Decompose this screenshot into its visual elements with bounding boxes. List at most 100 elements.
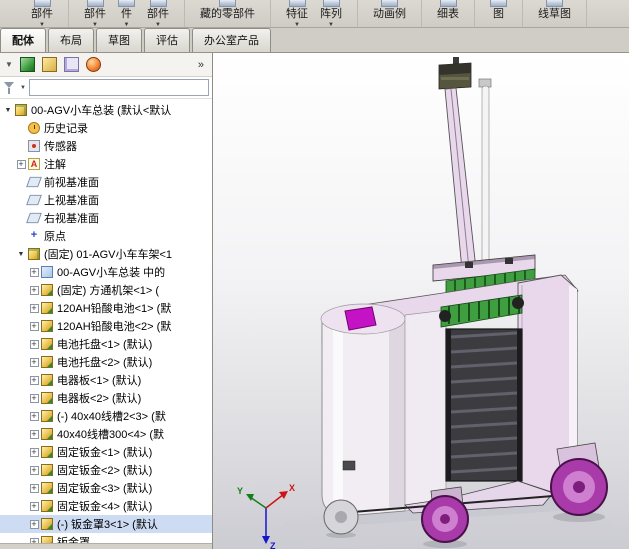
expander-icon[interactable] [28,358,40,367]
tree-item[interactable]: 40x40线槽300<4> (默 [0,425,212,443]
tree-item-label: 上视基准面 [44,192,99,208]
ribbon-button[interactable]: 特征▼ [280,0,314,28]
tree-item-label: (-) 钣金罩3<1> (默认 [57,516,158,532]
ribbon-button-icon [440,0,457,7]
ribbon-group: 细表 [422,0,475,27]
part-icon [41,518,53,530]
tree-item[interactable]: 原点 [0,227,212,245]
ribbon-button-label: 细表 [437,8,459,21]
tree-item[interactable]: 右视基准面 [0,209,212,227]
ribbon-button-label: 线草图 [538,8,571,21]
tree-item[interactable]: (固定) 方通机架<1> ( [0,281,212,299]
tree-item[interactable]: 120AH铅酸电池<2> (默 [0,317,212,335]
ribbon-button[interactable]: 图 [484,0,513,21]
expander-icon[interactable] [28,376,40,385]
tree-item-label: 固定钣金<3> (默认) [57,480,152,496]
tree-item[interactable]: 固定钣金<2> (默认) [0,461,212,479]
expander-icon[interactable] [2,107,14,114]
expander-icon[interactable] [28,286,40,295]
tree-item[interactable]: 历史记录 [0,119,212,137]
tree-item[interactable]: 电池托盘<1> (默认) [0,335,212,353]
ribbon-button[interactable]: 动画例 [367,0,412,21]
ribbon-button-icon [546,0,563,7]
expander-icon[interactable] [28,304,40,313]
tree-item[interactable]: (-) 40x40线槽2<3> (默 [0,407,212,425]
part-icon [41,536,53,543]
expander-icon[interactable] [15,160,27,169]
expander-icon[interactable] [28,394,40,403]
center-front-panel[interactable] [405,310,446,511]
expander-icon[interactable] [28,448,40,457]
tree-item-label: (固定) 01-AGV小车车架<1 [44,246,172,262]
filter-input[interactable] [29,79,209,96]
expander-icon[interactable] [28,322,40,331]
panel-overflow-button[interactable]: » [195,59,207,71]
manager-tab-bar: ▼ » [0,53,212,77]
tree-item[interactable]: 00-AGV小车总装 (默认<默认 [0,101,212,119]
tree-item[interactable]: 上视基准面 [0,191,212,209]
filter-dropdown-arrow-icon[interactable]: ▼ [20,85,26,91]
tree-item[interactable]: 电器板<1> (默认) [0,371,212,389]
ribbon-button-icon [118,0,135,7]
ribbon-button[interactable]: 部件▼ [78,0,112,28]
ribbon-button[interactable]: 线草图 [532,0,577,21]
front-cylinder-tower[interactable] [321,304,405,516]
ribbon-button[interactable]: 藏的零部件 [194,0,261,21]
tree-item[interactable]: 电池托盘<2> (默认) [0,353,212,371]
configurationmanager-icon[interactable] [64,57,79,72]
expander-icon[interactable] [28,484,40,493]
agv-3d-model: X Y Z [213,53,628,549]
ribbon-button-icon [219,0,236,7]
ribbon-button[interactable]: 阵列▼ [314,0,348,28]
tree-item[interactable]: 固定钣金<4> (默认) [0,497,212,515]
tree-item[interactable]: 注解 [0,155,212,173]
graphics-viewport[interactable]: X Y Z [213,53,629,549]
tree-item[interactable]: 120AH铅酸电池<1> (默 [0,299,212,317]
expander-icon[interactable] [28,520,40,529]
command-tab[interactable]: 评估 [144,28,190,52]
expander-icon[interactable] [28,466,40,475]
propertymanager-icon[interactable] [42,57,57,72]
part-icon [41,284,53,296]
tree-item-label: 120AH铅酸电池<2> (默 [57,318,171,334]
part-icon [41,374,53,386]
main-area: ▼ » ▼ 00-AGV小车总装 (默认<默认历史记录传感器注解前视基准面上视基… [0,53,629,549]
expander-icon[interactable] [28,340,40,349]
filter-funnel-icon[interactable] [3,81,17,95]
mast-pole[interactable] [482,86,489,271]
tree-item[interactable]: (-) 钣金罩3<1> (默认 [0,515,212,533]
command-tab[interactable]: 布局 [48,28,94,52]
annotation-icon [28,158,40,170]
tree-item[interactable]: 固定钣金<1> (默认) [0,443,212,461]
battery-rack[interactable] [446,329,522,481]
tree-item-label: 前视基准面 [44,174,99,190]
expander-icon[interactable] [28,502,40,511]
tree-item-label: 固定钣金<1> (默认) [57,444,152,460]
ribbon-button[interactable]: 部件▼ [141,0,175,28]
tree-item[interactable]: 前视基准面 [0,173,212,191]
command-tab[interactable]: 草图 [96,28,142,52]
ribbon-button-icon [87,0,104,7]
ribbon-button[interactable]: 部件▼ [25,0,59,28]
expander-icon[interactable] [15,251,27,258]
command-tab[interactable]: 配体 [0,28,46,52]
tree-item[interactable]: (固定) 01-AGV小车车架<1 [0,245,212,263]
tree-item[interactable]: 传感器 [0,137,212,155]
panel-flyout-arrow-icon[interactable]: ▼ [5,60,13,69]
expander-icon[interactable] [28,268,40,277]
featuremanager-icon[interactable] [20,57,35,72]
mast[interactable] [439,57,491,271]
command-tab[interactable]: 办公室产品 [192,28,271,52]
tree-item[interactable]: 00-AGV小车总装 中的 [0,263,212,281]
panel-scrollbar-strip[interactable] [0,543,212,549]
ribbon-button[interactable]: 细表 [431,0,465,21]
expander-icon[interactable] [28,412,40,421]
tree-item-label: 00-AGV小车总装 (默认<默认 [31,102,171,118]
displaymanager-icon[interactable] [86,57,101,72]
ribbon-button[interactable]: 件▼ [112,0,141,28]
tree-item[interactable]: 固定钣金<3> (默认) [0,479,212,497]
solidworks-window: 部件▼部件▼件▼部件▼藏的零部件特征▼阵列▼动画例细表图线草图 配体布局草图评估… [0,0,629,549]
tree-item[interactable]: 电器板<2> (默认) [0,389,212,407]
tree-item[interactable]: 钣金罩 [0,533,212,543]
expander-icon[interactable] [28,430,40,439]
